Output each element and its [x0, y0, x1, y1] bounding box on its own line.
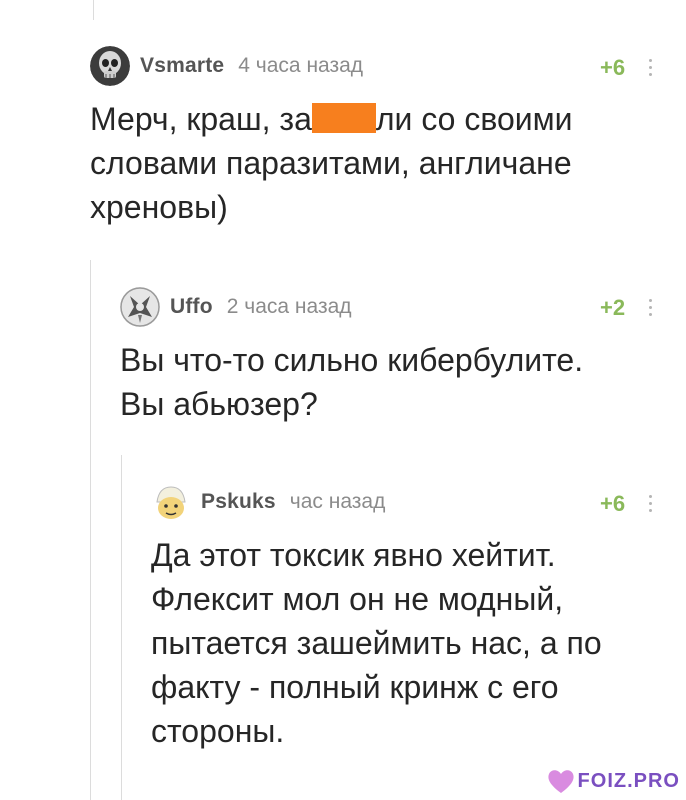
rating: +6 — [600, 491, 626, 516]
cartoon-face-avatar-icon[interactable] — [151, 482, 191, 522]
comment-text: Вы что-то сильно кибербулите. Вы абьюзер… — [120, 338, 583, 426]
thread-line-top — [93, 0, 94, 20]
comment-line: пытается зашеймить нас, а по — [151, 625, 602, 661]
more-options-icon[interactable] — [649, 299, 653, 320]
comment-line: хреновы) — [90, 189, 228, 225]
redaction-block — [311, 103, 376, 133]
comment-text: Мерч, краш, за ли со своими словами параз… — [90, 97, 573, 229]
heart-logo-icon — [547, 770, 574, 793]
comment-line: Да этот токсик явно хейтит. — [151, 537, 556, 573]
comment-line: стороны. — [151, 713, 285, 749]
username[interactable]: Uffo — [170, 295, 213, 319]
rating: +2 — [600, 295, 626, 320]
creature-avatar-icon[interactable] — [120, 287, 160, 327]
comment-header: Vsmarte 4 часа назад — [90, 46, 363, 86]
comment-text: Да этот токсик явно хейтит. Флексит мол … — [151, 533, 602, 753]
comment-line: Вы что-то сильно кибербулите. — [120, 342, 584, 378]
comment-header: Uffo 2 часа назад — [120, 287, 352, 327]
more-options-icon[interactable] — [649, 59, 653, 80]
comment-line: словами паразитами, англичане — [90, 145, 572, 181]
skull-avatar-icon[interactable] — [90, 46, 130, 86]
watermark: FOIZ.PRO — [546, 766, 680, 796]
comment-line: факту - полный кринж с его — [151, 669, 559, 705]
comment-line: Флексит мол он не модный, — [151, 581, 564, 617]
username[interactable]: Pskuks — [201, 490, 276, 514]
timestamp[interactable]: 4 часа назад — [238, 54, 363, 78]
comment-line: Мерч, краш, за ли со своими — [90, 101, 573, 137]
timestamp[interactable]: час назад — [290, 490, 386, 514]
comment-line: Вы абьюзер? — [120, 386, 318, 422]
thread-line-level-1 — [90, 260, 91, 800]
username[interactable]: Vsmarte — [140, 54, 224, 78]
comment-header: Pskuks час назад — [151, 482, 385, 522]
timestamp[interactable]: 2 часа назад — [227, 295, 352, 319]
rating: +6 — [600, 55, 626, 80]
watermark-text: FOIZ.PRO — [577, 769, 680, 792]
thread-line-level-2 — [121, 455, 122, 800]
more-options-icon[interactable] — [649, 495, 653, 516]
